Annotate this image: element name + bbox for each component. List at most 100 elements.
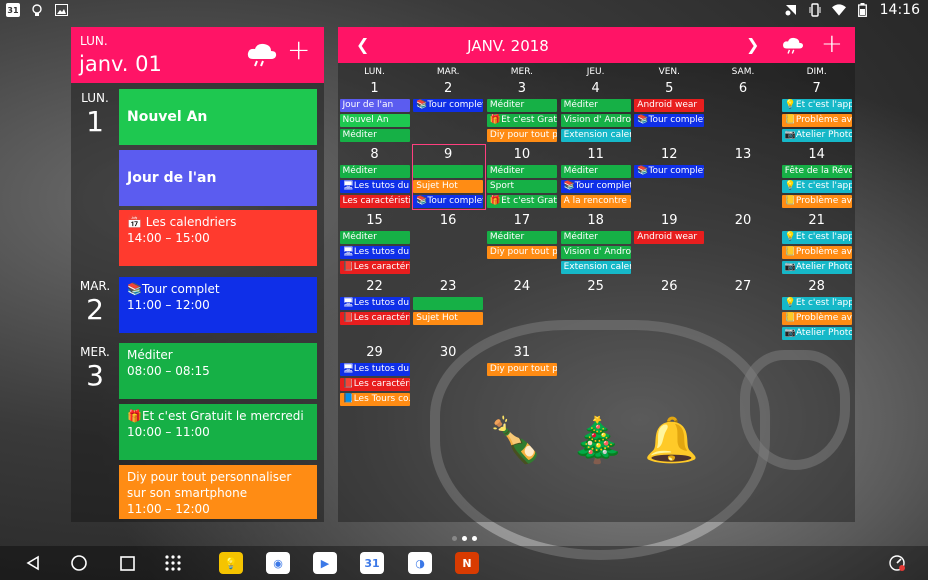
calendar-event-chip[interactable]: 📕Les caractéri..: [339, 312, 410, 325]
day-cell-number[interactable]: 29: [338, 345, 411, 360]
day-cell-number[interactable]: 2: [412, 81, 485, 96]
calendar-event-chip[interactable]: 📚Tour complet: [634, 165, 705, 178]
day-cell-number[interactable]: 17: [485, 213, 558, 228]
calendar-event-chip[interactable]: Méditer: [339, 165, 410, 178]
photos-app-icon[interactable]: ◑: [408, 552, 432, 574]
day-cell-number[interactable]: 5: [633, 81, 706, 96]
weather-cloud-icon[interactable]: [245, 41, 279, 71]
calendar-event-chip[interactable]: 📚Tour complet: [560, 180, 631, 193]
day-cell-number[interactable]: 6: [707, 81, 780, 96]
day-cell-number[interactable]: 19: [633, 213, 706, 228]
day-cell-number[interactable]: 4: [559, 81, 632, 96]
day-cell-number[interactable]: 23: [412, 279, 485, 294]
calendar-event-chip[interactable]: 🖥Les tutos du l..: [339, 180, 410, 193]
calendar-event-chip[interactable]: Méditer: [486, 165, 557, 178]
office-app-icon[interactable]: N: [455, 552, 479, 574]
calendar-event-chip[interactable]: Jour de l'an: [339, 99, 410, 112]
keep-app-icon[interactable]: 💡: [219, 552, 243, 574]
day-cell-number[interactable]: 28: [780, 279, 853, 294]
calendar-event-chip[interactable]: 📷Atelier Photos: [781, 129, 852, 142]
calendar-event-chip[interactable]: Vision d' Android: [560, 246, 631, 259]
calendar-event-chip[interactable]: 📷Atelier Photos: [781, 327, 852, 340]
calendar-event-chip[interactable]: 🎁Et c'est Gratuit..: [486, 195, 557, 208]
calendar-event-chip[interactable]: Nouvel An: [339, 114, 410, 127]
calendar-event-chip[interactable]: Diy pour tout per..: [486, 246, 557, 259]
agenda-event[interactable]: Nouvel An: [119, 89, 317, 145]
recents-icon[interactable]: [116, 552, 138, 574]
calendar-event-chip[interactable]: 💡Et c'est l'appli..: [781, 231, 852, 244]
calendar-event-chip[interactable]: Méditer: [486, 99, 557, 112]
month-title[interactable]: JANV. 2018: [338, 37, 678, 55]
calendar-event-chip[interactable]: Les caractéristiq..: [339, 195, 410, 208]
day-cell-number[interactable]: 8: [338, 147, 411, 162]
day-cell-number[interactable]: 12: [633, 147, 706, 162]
calendar-event-chip[interactable]: 📕Les caractéri..: [339, 261, 410, 274]
calendar-event-chip[interactable]: Diy pour tout per..: [486, 129, 557, 142]
calendar-event-chip[interactable]: 📘Les Tours co..: [339, 393, 410, 406]
power-icon[interactable]: [886, 552, 908, 574]
day-cell-number[interactable]: 13: [707, 147, 780, 162]
calendar-event-chip[interactable]: Méditer: [486, 231, 557, 244]
add-event-icon[interactable]: +: [287, 36, 310, 64]
agenda-event[interactable]: 📚Tour complet 11:00 – 12:00: [119, 277, 317, 333]
day-cell-number[interactable]: 31: [485, 345, 558, 360]
add-event-icon[interactable]: +: [821, 31, 843, 57]
chrome-app-icon[interactable]: ◉: [266, 552, 290, 574]
calendar-event-chip[interactable]: Méditer: [339, 129, 410, 142]
day-cell-number[interactable]: 24: [485, 279, 558, 294]
calendar-event-chip[interactable]: A la rencontre d'..: [560, 195, 631, 208]
calendar-event-chip[interactable]: Sport: [486, 180, 557, 193]
calendar-event-chip[interactable]: Fête de la Révolu..: [781, 165, 852, 178]
agenda-event[interactable]: Jour de l'an: [119, 150, 317, 206]
calendar-event-chip[interactable]: 📷Atelier Photos: [781, 261, 852, 274]
calendar-event-chip[interactable]: 📚Tour complet: [413, 99, 484, 112]
day-cell-number[interactable]: 10: [485, 147, 558, 162]
agenda-event[interactable]: 🎁Et c'est Gratuit le mercredi 10:00 – 11:…: [119, 404, 317, 460]
day-cell-number[interactable]: 7: [780, 81, 853, 96]
calendar-event-chip[interactable]: 💡Et c'est l'appli..: [781, 297, 852, 310]
calendar-event-chip[interactable]: Méditer: [560, 99, 631, 112]
day-cell-number[interactable]: 16: [412, 213, 485, 228]
calendar-event-chip[interactable]: Méditer: [339, 231, 410, 244]
day-cell-number[interactable]: 1: [338, 81, 411, 96]
app-drawer-icon[interactable]: [162, 552, 184, 574]
day-cell-number[interactable]: 26: [633, 279, 706, 294]
calendar-event-chip[interactable]: 🎁Et c'est Gratuit: [486, 114, 557, 127]
day-cell-number[interactable]: 18: [559, 213, 632, 228]
calendar-event-chip[interactable]: 💡Et c'est l'appli..: [781, 99, 852, 112]
day-cell-number[interactable]: 30: [412, 345, 485, 360]
day-cell-number[interactable]: 14: [780, 147, 853, 162]
agenda-header[interactable]: LUN. janv. 01 +: [71, 27, 324, 83]
calendar-event-chip[interactable]: Sujet Hot: [413, 312, 484, 325]
day-cell-number[interactable]: 20: [707, 213, 780, 228]
back-icon[interactable]: [22, 552, 44, 574]
calendar-event-chip[interactable]: 💡Et c'est l'appli..: [781, 180, 852, 193]
day-cell-number[interactable]: 22: [338, 279, 411, 294]
day-cell-number[interactable]: 3: [485, 81, 558, 96]
day-cell-number[interactable]: 15: [338, 213, 411, 228]
calendar-event-chip[interactable]: 📒Problème av..: [781, 312, 852, 325]
calendar-event-chip[interactable]: 🖥Les tutos du l..: [339, 363, 410, 376]
calendar-event-chip[interactable]: 📚Tour complet: [634, 114, 705, 127]
calendar-event-chip[interactable]: Diy pour tout per..: [486, 363, 557, 376]
calendar-event-chip[interactable]: 🖥Les tutos du l..: [339, 297, 410, 310]
home-icon[interactable]: [68, 552, 90, 574]
calendar-event-chip[interactable]: Vision d' Android: [560, 114, 631, 127]
agenda-event[interactable]: 📅 Les calendriers 14:00 – 15:00: [119, 210, 317, 266]
day-cell-number[interactable]: 27: [707, 279, 780, 294]
day-cell-number[interactable]: 11: [559, 147, 632, 162]
calendar-event-chip[interactable]: 📒Problème av..: [781, 246, 852, 259]
calendar-app-icon[interactable]: 31: [360, 552, 384, 574]
agenda-event[interactable]: Diy pour tout personnaliser sur son smar…: [119, 465, 317, 519]
day-cell-number[interactable]: 25: [559, 279, 632, 294]
calendar-event-chip[interactable]: Méditer: [560, 231, 631, 244]
calendar-event-chip[interactable]: [413, 297, 484, 310]
play-store-app-icon[interactable]: ▶: [313, 552, 337, 574]
agenda-event[interactable]: Méditer 08:00 – 08:15: [119, 343, 317, 399]
calendar-event-chip[interactable]: 📕Les caractéri..: [339, 378, 410, 391]
calendar-event-chip[interactable]: Méditer: [560, 165, 631, 178]
calendar-event-chip[interactable]: Android wear: [634, 231, 705, 244]
calendar-event-chip[interactable]: Extension calend..: [560, 129, 631, 142]
day-cell-number[interactable]: 21: [780, 213, 853, 228]
weather-cloud-icon[interactable]: [781, 35, 805, 59]
